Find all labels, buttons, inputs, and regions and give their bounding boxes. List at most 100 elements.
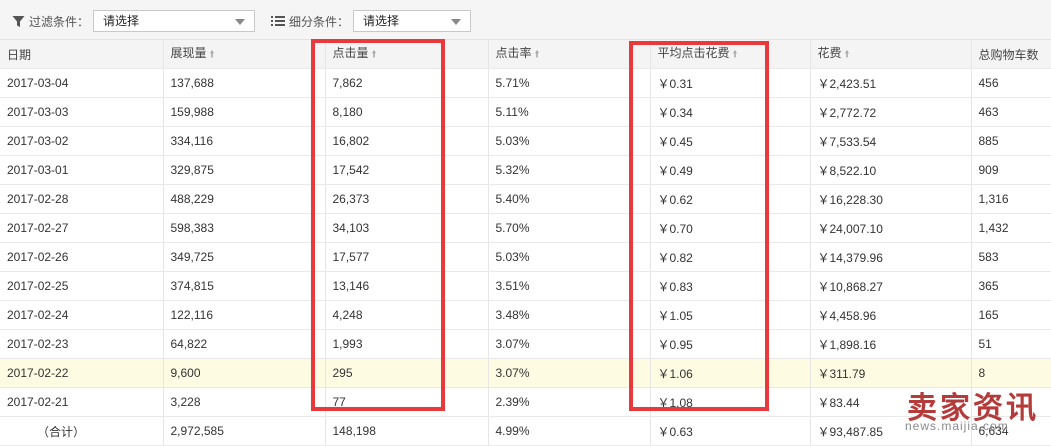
sort-arrow-icon[interactable]: 🠙: [372, 49, 377, 60]
table-cell: 9,600: [163, 358, 326, 388]
table-cell: 2017-02-25: [0, 271, 164, 301]
column-header-label: 点击率: [495, 46, 532, 60]
table-cell: 488,229: [163, 184, 326, 214]
table-row: 2017-02-28 488,229 26,373 5.40% ￥0.62 ￥16,228…: [0, 184, 1051, 214]
total-cell: ￥0.63: [650, 416, 811, 446]
table-row: 2017-02-27 598,383 34,103 5.70% ￥0.70 ￥24,007…: [0, 213, 1051, 243]
table-cell: 7,862: [325, 68, 489, 98]
table-cell: 1,316: [971, 184, 1051, 214]
list-icon: [271, 15, 285, 27]
table-cell: 3.48%: [488, 300, 651, 330]
table-cell: 598,383: [163, 213, 326, 243]
table-cell: 2017-02-27: [0, 213, 164, 243]
table-cell: 16,802: [325, 126, 489, 156]
table-cell: 456: [971, 68, 1051, 98]
table-cell: 3.07%: [488, 358, 651, 388]
column-header-ctr[interactable]: 点击率 🠙: [488, 40, 651, 69]
column-header-avg-cpc[interactable]: 平均点击花费 🠙: [650, 40, 811, 69]
table-cell: 349,725: [163, 242, 326, 272]
table-cell: 2017-03-04: [0, 68, 164, 98]
table-cell: 51: [971, 329, 1051, 359]
table-row: 2017-02-26 349,725 17,577 5.03% ￥0.82 ￥14,379…: [0, 242, 1051, 272]
table-cell: 463: [971, 97, 1051, 127]
table-cell: 5.40%: [488, 184, 651, 214]
table-cell: ￥0.34: [650, 97, 811, 127]
table-cell: 2017-02-22: [0, 358, 164, 388]
column-header-impressions[interactable]: 展现量 🠙: [163, 40, 326, 69]
column-header-label: 平均点击花费: [657, 46, 730, 60]
table-cell: 583: [971, 242, 1051, 272]
table-cell: ￥1.06: [650, 358, 811, 388]
table-cell: 1,993: [325, 329, 489, 359]
total-cell: 4.99%: [488, 416, 651, 446]
table-cell: ￥0.95: [650, 329, 811, 359]
sort-arrow-icon[interactable]: 🠙: [845, 49, 850, 60]
filter-condition-group: 过滤条件： 请选择: [12, 10, 256, 32]
watermark-url: news.maijia.com: [905, 419, 1009, 433]
table-cell: ￥16,228.30: [810, 184, 972, 214]
column-header-label: 日期: [7, 47, 32, 62]
table-cell: 5.32%: [488, 155, 651, 185]
table-row: 2017-02-22 9,600 295 3.07% ￥1.06 ￥311.79 8: [0, 358, 1051, 388]
watermark: 卖家资讯 news.maijia.com: [905, 383, 1051, 433]
table-cell: ￥8,522.10: [810, 155, 972, 185]
table-cell: 5.03%: [488, 242, 651, 272]
segment-condition-group: 细分条件： 请选择: [271, 10, 472, 32]
column-header-cart-total[interactable]: 总购物车数: [971, 40, 1051, 69]
table-cell: ￥1,898.16: [810, 329, 972, 359]
table-cell: 3,228: [163, 387, 326, 417]
table-cell: 334,116: [163, 126, 326, 156]
segment-condition-value: 请选择: [363, 14, 400, 28]
chevron-down-icon: [451, 19, 462, 25]
table-row: 2017-02-21 3,228 77 2.39% ￥1.08 ￥83.44: [0, 387, 1051, 417]
table-cell: 17,542: [325, 155, 489, 185]
table-cell: ￥0.49: [650, 155, 811, 185]
column-header-cost[interactable]: 花费 🠙: [810, 40, 972, 69]
table-cell: ￥14,379.96: [810, 242, 972, 272]
column-header-clicks[interactable]: 点击量 🠙: [325, 40, 489, 69]
segment-condition-label: 细分条件：: [289, 14, 350, 29]
funnel-icon: [12, 15, 25, 28]
table-row: 2017-02-23 64,822 1,993 3.07% ￥0.95 ￥1,898.16…: [0, 329, 1051, 359]
sort-arrow-icon[interactable]: 🠙: [535, 49, 540, 60]
table-row: 2017-03-02 334,116 16,802 5.03% ￥0.45 ￥7,533.…: [0, 126, 1051, 156]
table-cell: 5.11%: [488, 97, 651, 127]
table-row: 2017-02-24 122,116 4,248 3.48% ￥1.05 ￥4,458.9…: [0, 300, 1051, 330]
table-cell: ￥7,533.54: [810, 126, 972, 156]
filter-condition-value: 请选择: [103, 14, 140, 28]
table-cell: 165: [971, 300, 1051, 330]
table-cell: 137,688: [163, 68, 326, 98]
table-cell: ￥24,007.10: [810, 213, 972, 243]
table-cell: 122,116: [163, 300, 326, 330]
table-cell: 295: [325, 358, 489, 388]
column-header-label: 点击量: [332, 46, 369, 60]
table-cell: 885: [971, 126, 1051, 156]
column-header-label: 展现量: [170, 46, 207, 60]
column-header-label: 总购物车数: [978, 47, 1039, 62]
table-cell: 2017-03-02: [0, 126, 164, 156]
table-cell: ￥1.08: [650, 387, 811, 417]
table-body: 2017-03-04 137,688 7,862 5.71% ￥0.31 ￥2,423.5…: [0, 68, 1051, 446]
table-cell: 374,815: [163, 271, 326, 301]
table-cell: 2017-03-03: [0, 97, 164, 127]
table-cell: 4,248: [325, 300, 489, 330]
table-cell: 2.39%: [488, 387, 651, 417]
filter-condition-select[interactable]: 请选择: [93, 10, 256, 32]
table-total-row: （合计） 2,972,585 148,198 4.99% ￥0.63 ￥93,487.85…: [0, 416, 1051, 446]
table-cell: 909: [971, 155, 1051, 185]
table-cell: ￥0.82: [650, 242, 811, 272]
sort-arrow-icon[interactable]: 🠙: [210, 49, 215, 60]
table-cell: ￥0.70: [650, 213, 811, 243]
table-row: 2017-02-25 374,815 13,146 3.51% ￥0.83 ￥10,868…: [0, 271, 1051, 301]
table-cell: 13,146: [325, 271, 489, 301]
total-cell: 2,972,585: [163, 416, 326, 446]
table-cell: 2017-02-23: [0, 329, 164, 359]
sort-arrow-icon[interactable]: 🠙: [733, 49, 738, 60]
table-cell: 2017-02-21: [0, 387, 164, 417]
table-cell: ￥1.05: [650, 300, 811, 330]
column-header-date[interactable]: 日期: [0, 40, 164, 69]
segment-condition-select[interactable]: 请选择: [353, 10, 472, 32]
table-cell: ￥4,458.96: [810, 300, 972, 330]
table-cell: 3.07%: [488, 329, 651, 359]
table-cell: 5.03%: [488, 126, 651, 156]
